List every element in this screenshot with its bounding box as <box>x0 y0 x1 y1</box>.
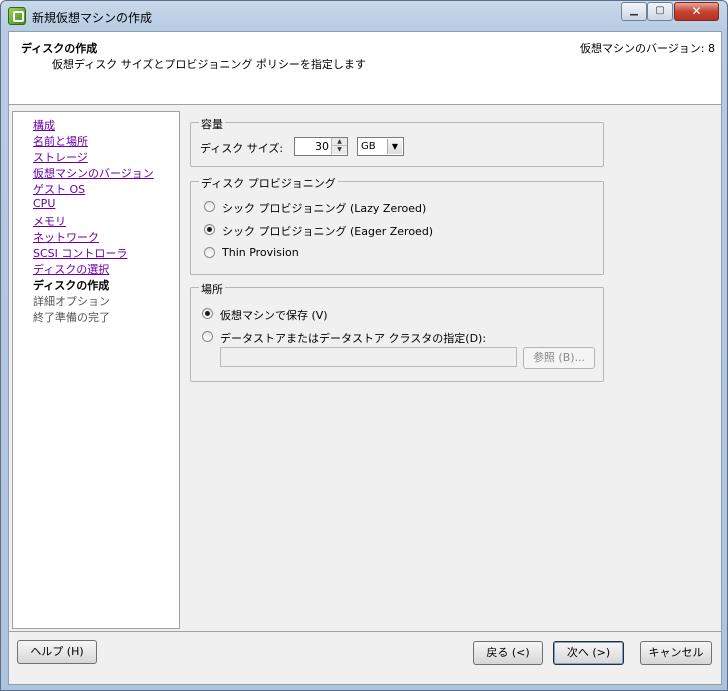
option-eager-zeroed-label[interactable]: シック プロビジョニング (Eager Zeroed) <box>222 223 433 239</box>
location-group-label: 場所 <box>199 281 225 297</box>
nav-item-memory[interactable]: メモリ <box>33 213 66 229</box>
option-thin-provision-label[interactable]: Thin Provision <box>222 246 299 259</box>
page-title: ディスクの作成 <box>21 42 98 55</box>
wizard-header: ディスクの作成 仮想ディスク サイズとプロビジョニング ポリシーを指定します 仮… <box>9 32 721 105</box>
nav-item-storage[interactable]: ストレージ <box>33 149 88 165</box>
radio-specify-datastore[interactable] <box>202 331 213 342</box>
nav-item-guest-os[interactable]: ゲスト OS <box>33 181 85 197</box>
provisioning-group-label: ディスク プロビジョニング <box>199 175 338 191</box>
disk-size-unit-select[interactable]: GB ▼ <box>357 137 404 156</box>
nav-item-cpu[interactable]: CPU <box>33 197 55 210</box>
nav-item-scsi-controller[interactable]: SCSI コントローラ <box>33 245 127 261</box>
capacity-group: 容量 ディスク サイズ: 30 ▲ ▼ GB ▼ <box>190 116 604 167</box>
spin-up-arrow-icon[interactable]: ▲ <box>332 138 347 146</box>
help-button[interactable]: ヘルプ (H) <box>17 640 97 664</box>
nav-item-config[interactable]: 構成 <box>33 117 55 133</box>
disk-size-unit-value: GB <box>361 141 376 152</box>
close-button[interactable]: ✕ <box>674 2 719 21</box>
cancel-button[interactable]: キャンセル <box>640 641 712 665</box>
disk-size-label: ディスク サイズ: <box>200 142 284 155</box>
radio-lazy-zeroed[interactable] <box>204 201 215 212</box>
disk-size-spin-buttons: ▲ ▼ <box>331 138 347 155</box>
footer-divider <box>9 631 721 632</box>
wizard-client-area: ディスクの作成 仮想ディスク サイズとプロビジョニング ポリシーを指定します 仮… <box>8 31 722 685</box>
capacity-group-label: 容量 <box>199 116 225 132</box>
back-button[interactable]: 戻る (<) <box>473 641 543 665</box>
page-subtitle: 仮想ディスク サイズとプロビジョニング ポリシーを指定します <box>52 58 366 71</box>
provisioning-group: ディスク プロビジョニング シック プロビジョニング (Lazy Zeroed)… <box>190 175 604 275</box>
option-store-with-vm-label[interactable]: 仮想マシンで保存 (V) <box>220 307 328 323</box>
option-lazy-zeroed-label[interactable]: シック プロビジョニング (Lazy Zeroed) <box>222 200 426 216</box>
wizard-step-nav: 構成 名前と場所 ストレージ 仮想マシンのバージョン ゲスト OS CPU メモ… <box>12 111 180 629</box>
nav-item-advanced-options: 詳細オプション <box>33 295 110 308</box>
radio-thin-provision[interactable] <box>204 247 215 258</box>
nav-item-create-disk: ディスクの作成 <box>33 279 110 292</box>
maximize-button[interactable]: ▢ <box>647 2 673 21</box>
vsphere-app-icon <box>8 7 26 25</box>
wizard-content: 容量 ディスク サイズ: 30 ▲ ▼ GB ▼ ディスク プロビジョニング シ… <box>182 111 720 629</box>
location-group: 場所 仮想マシンで保存 (V) データストアまたはデータストア クラスタの指定(… <box>190 281 604 382</box>
disk-size-value[interactable]: 30 <box>315 140 329 153</box>
window-title: 新規仮想マシンの作成 <box>32 11 153 25</box>
disk-size-stepper[interactable]: 30 ▲ ▼ <box>294 137 348 156</box>
wizard-window: 新規仮想マシンの作成 ▁ ▢ ✕ ディスクの作成 仮想ディスク サイズとプロビジ… <box>0 0 728 691</box>
nav-item-ready-to-complete: 終了準備の完了 <box>33 311 110 324</box>
radio-eager-zeroed[interactable] <box>204 224 215 235</box>
chevron-down-icon[interactable]: ▼ <box>387 139 402 154</box>
next-button[interactable]: 次へ (>) <box>553 641 624 665</box>
browse-button[interactable]: 参照 (B)... <box>523 347 595 369</box>
option-specify-datastore-label[interactable]: データストアまたはデータストア クラスタの指定(D): <box>220 330 486 346</box>
nav-item-select-disk[interactable]: ディスクの選択 <box>33 261 109 277</box>
radio-store-with-vm[interactable] <box>202 308 213 319</box>
nav-item-vm-version[interactable]: 仮想マシンのバージョン <box>33 165 154 181</box>
nav-item-network[interactable]: ネットワーク <box>33 229 99 245</box>
minimize-button[interactable]: ▁ <box>621 2 647 21</box>
vm-version-label: 仮想マシンのバージョン: 8 <box>580 42 715 55</box>
title-bar[interactable]: 新規仮想マシンの作成 ▁ ▢ ✕ <box>1 1 727 31</box>
spin-down-arrow-icon[interactable]: ▼ <box>332 146 347 154</box>
datastore-path-input[interactable] <box>220 347 517 367</box>
nav-item-name-location[interactable]: 名前と場所 <box>33 133 88 149</box>
